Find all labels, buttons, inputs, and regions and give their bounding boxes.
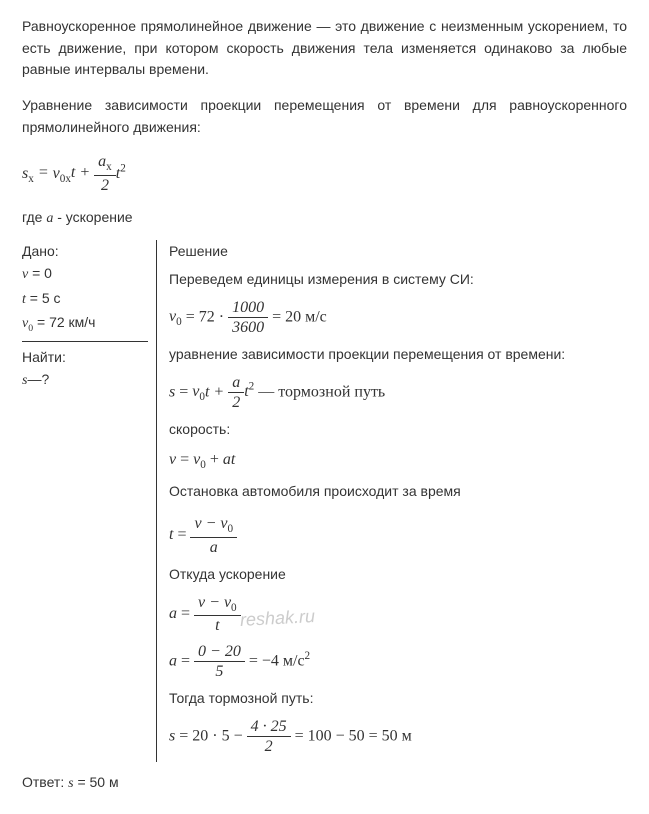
intro-paragraph-1: Равноускоренное прямолинейное движение —… <box>22 16 627 81</box>
acceleration-formula: a = v − v0t <box>169 593 627 636</box>
main-formula: sx = v0xt + ax2t2 <box>22 152 627 195</box>
formula-note: где a - ускорение <box>22 207 627 230</box>
solution-text: Переведем единицы измерения в систему СИ… <box>169 268 627 292</box>
given-line: v = 0 <box>22 262 148 286</box>
answer-line: Ответ: s = 50 м <box>22 772 627 795</box>
find-title: Найти: <box>22 346 148 368</box>
given-column: Дано: v = 0 t = 5 с v0 = 72 км/ч Найти: … <box>22 240 157 762</box>
velocity-formula: v = v0 + at <box>169 448 627 475</box>
solution-text: Остановка автомобиля происходит за время <box>169 480 627 504</box>
final-displacement: s = 20 · 5 − 4 · 252 = 100 − 50 = 50 м <box>169 717 627 756</box>
solution-text: Откуда ускорение <box>169 563 627 587</box>
given-line: v0 = 72 км/ч <box>22 311 148 336</box>
solution-column: Решение Переведем единицы измерения в си… <box>157 240 627 762</box>
solution-text: уравнение зависимости проекции перемещен… <box>169 343 627 367</box>
solution-text: скорость: <box>169 418 627 442</box>
intro-paragraph-2: Уравнение зависимости проекции перемещен… <box>22 95 627 138</box>
solution-layout: Дано: v = 0 t = 5 с v0 = 72 км/ч Найти: … <box>22 240 627 762</box>
solution-text: Тогда тормозной путь: <box>169 687 627 711</box>
displacement-formula: s = v0t + a2t2 — тормозной путь <box>169 373 627 412</box>
given-title: Дано: <box>22 240 148 262</box>
conversion-formula: v0 = 72 · 10003600 = 20 м/с <box>169 298 627 337</box>
find-line: s—? <box>22 368 148 392</box>
time-formula: t = v − v0a <box>169 514 627 557</box>
acceleration-value: a = 0 − 205 = −4 м/с2 <box>169 642 627 681</box>
solution-title: Решение <box>169 240 627 264</box>
given-line: t = 5 с <box>22 287 148 311</box>
